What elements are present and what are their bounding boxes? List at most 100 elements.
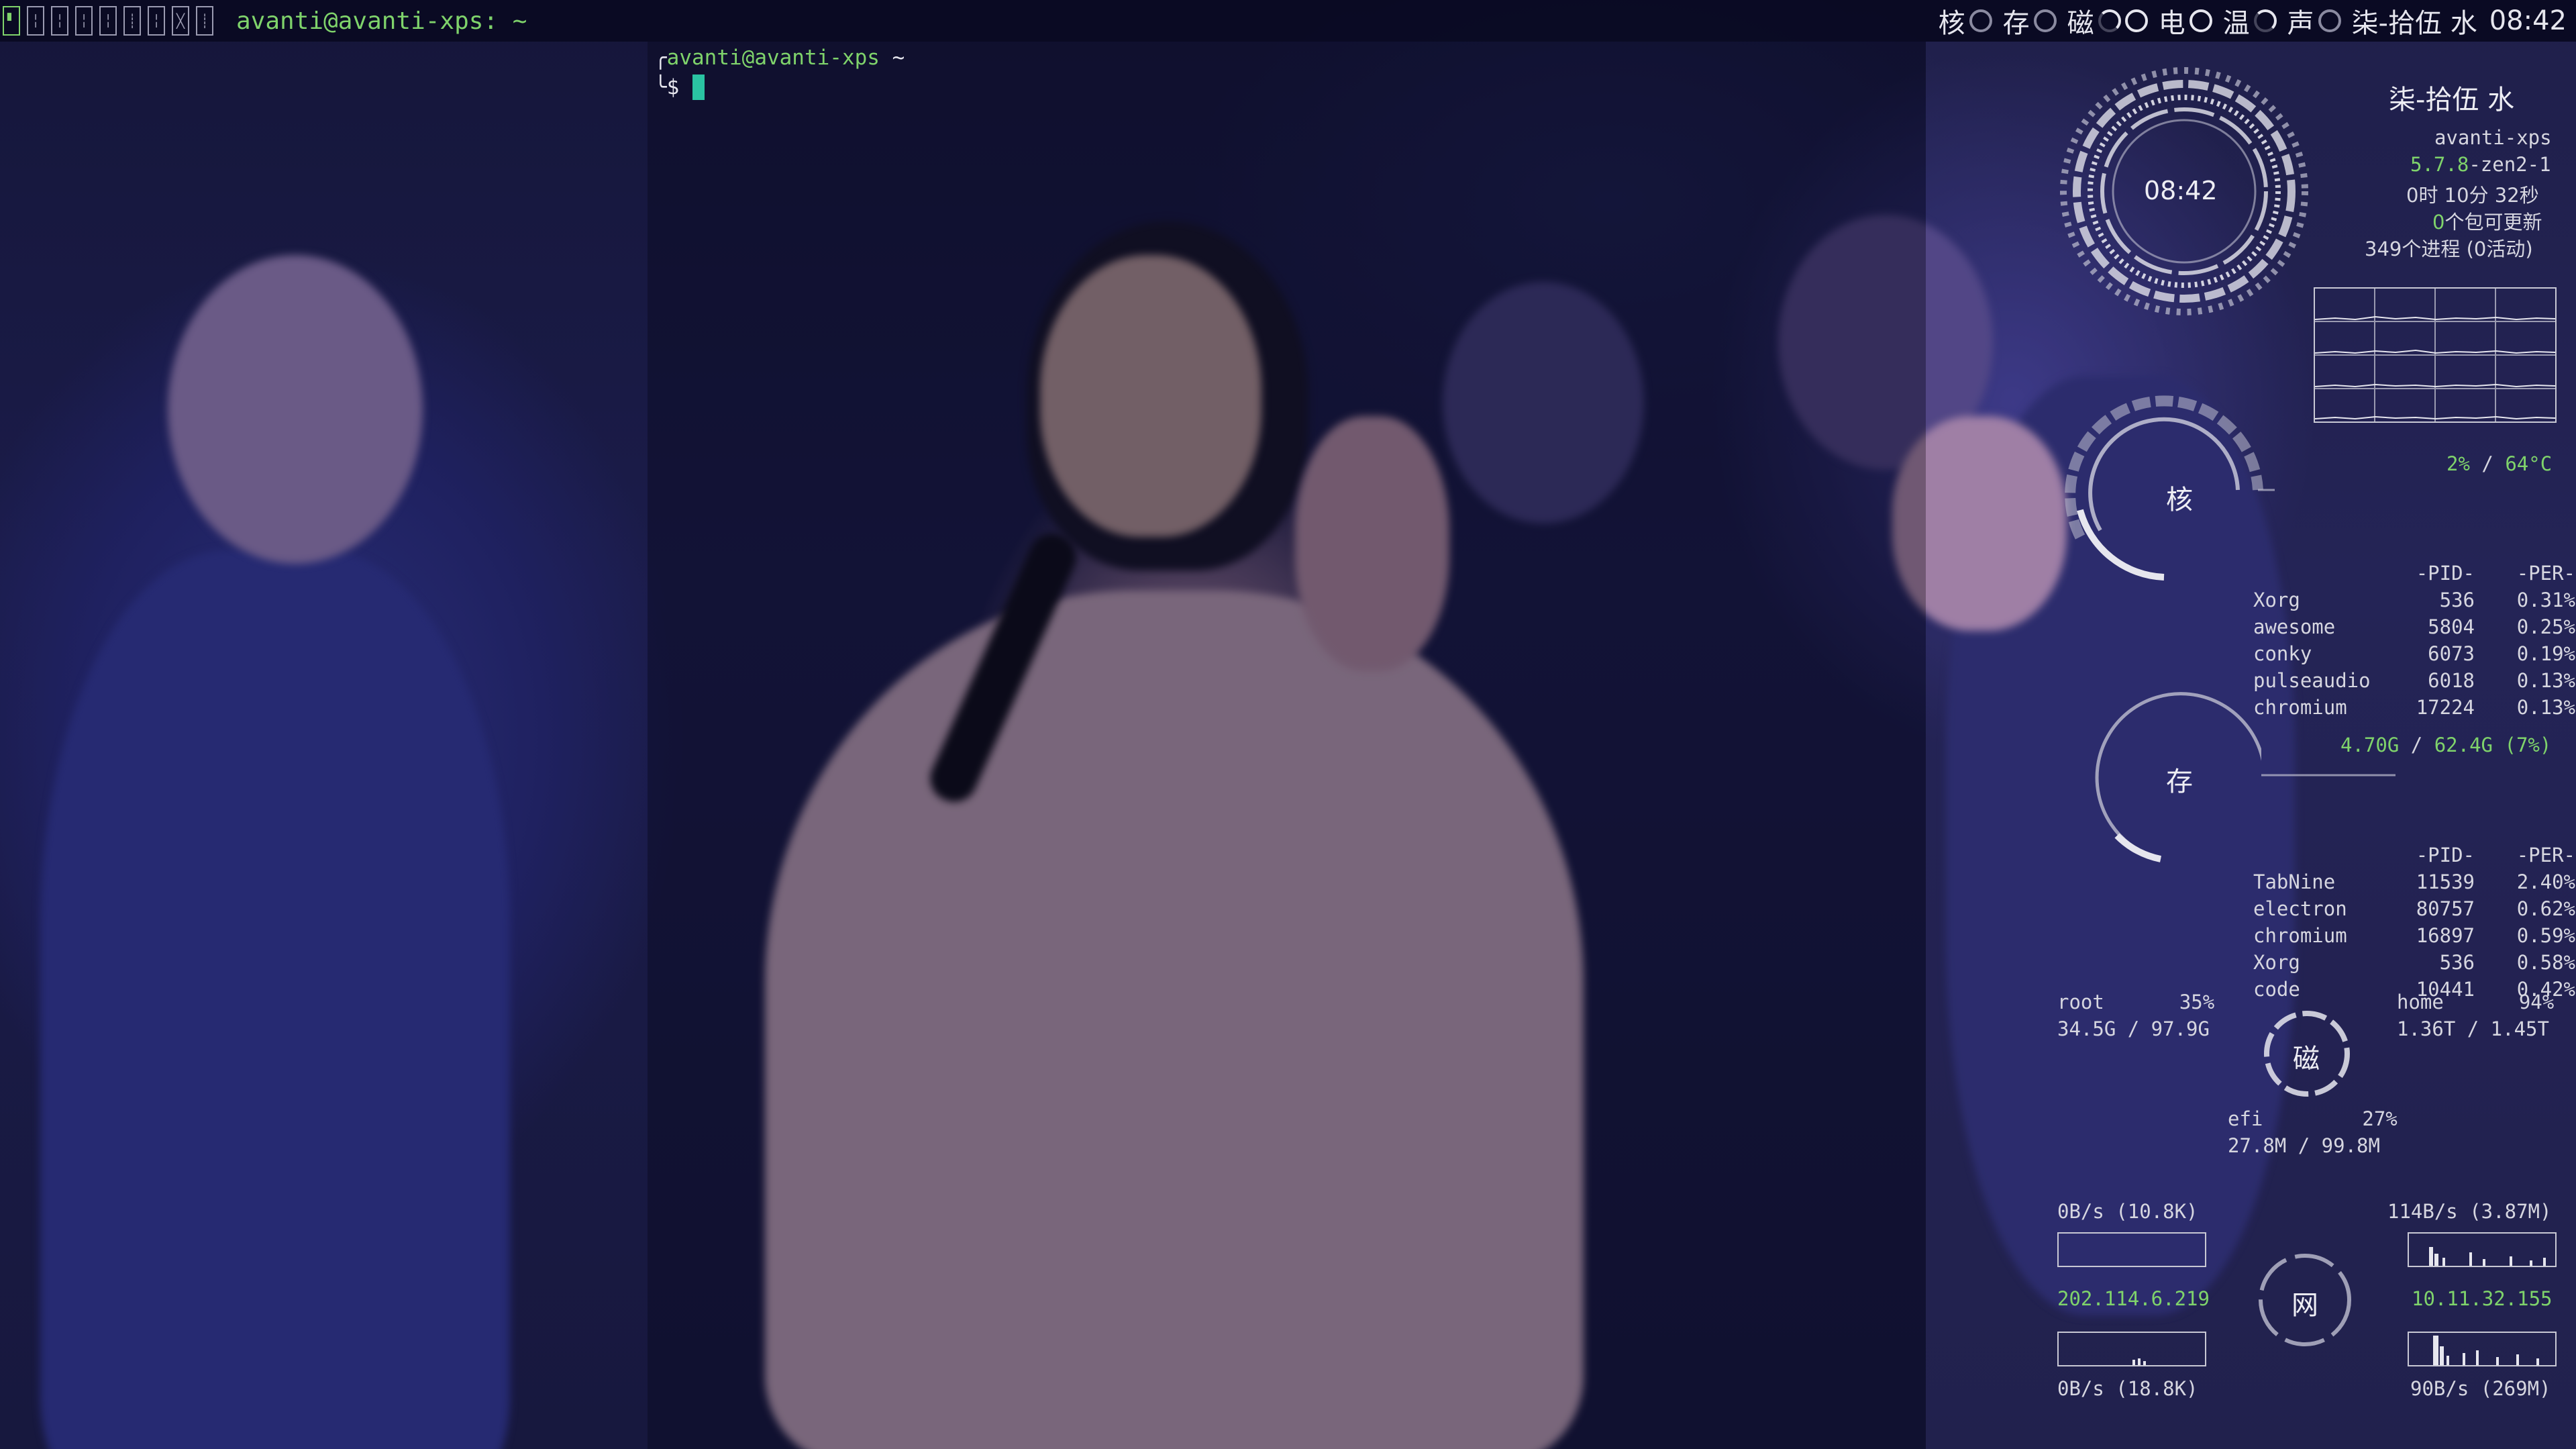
- proc-per: 0.25%: [2516, 615, 2575, 638]
- proc-name: chromium: [2253, 696, 2347, 719]
- proc-name: code: [2253, 978, 2300, 1001]
- layout-icon: ╎: [79, 13, 89, 29]
- sound-label: 声: [2287, 8, 2314, 39]
- proc-pid: 17224: [2416, 696, 2475, 719]
- tag-1[interactable]: ▘: [3, 6, 20, 36]
- proc-per: 0.13%: [2516, 669, 2575, 692]
- col-per: -PER-: [2516, 844, 2575, 866]
- wallpaper-figure: [40, 550, 510, 1449]
- table-row: Xorg 536 0.31%: [2253, 587, 2575, 613]
- home-name: home: [2397, 991, 2444, 1013]
- tag-8[interactable]: ╳: [172, 6, 189, 36]
- table-row: awesome 5804 0.25%: [2253, 613, 2575, 640]
- temp-ring-icon: [2253, 9, 2277, 32]
- table-row: Xorg 536 0.58%: [2253, 949, 2575, 976]
- root-pct: 35%: [2179, 991, 2215, 1013]
- net-left-up-graph: [2057, 1232, 2206, 1267]
- proc-per: 0.59%: [2516, 924, 2575, 947]
- net-left-ip: 202.114.6.219: [2057, 1287, 2210, 1310]
- proc-name: awesome: [2253, 615, 2336, 638]
- table-row: electron 80757 0.62%: [2253, 895, 2575, 922]
- net-right-down-plot: [2433, 1336, 2539, 1365]
- tag-3[interactable]: ╎: [51, 6, 68, 36]
- table-header: -PID- -PER-: [2253, 842, 2575, 868]
- terminal-icon: ▘: [7, 13, 16, 29]
- disk-home: home 94%: [2397, 991, 2554, 1013]
- home-usage: 1.36T / 1.45T: [2397, 1017, 2549, 1040]
- updates-text: 个包可更新: [2444, 211, 2542, 234]
- conky-updates: 0个包可更新: [2432, 207, 2542, 235]
- layout-icon: ╎: [103, 13, 113, 29]
- power-widget[interactable]: 电: [2159, 1, 2212, 40]
- proc-name: Xorg: [2253, 951, 2300, 974]
- wallpaper-figure: [168, 255, 423, 564]
- efi-name: efi: [2228, 1107, 2263, 1130]
- proc-pid: 536: [2439, 951, 2475, 974]
- disk-root: root 35%: [2057, 991, 2214, 1013]
- mem-widget[interactable]: 存: [2003, 1, 2057, 40]
- kernel-version: 5.7.8: [2410, 153, 2469, 176]
- tag-9[interactable]: ┊: [196, 6, 213, 36]
- efi-pct: 27%: [2362, 1107, 2398, 1130]
- mem-used: 4.70G: [2340, 734, 2400, 756]
- mem-divider: [2261, 774, 2395, 777]
- date-widget[interactable]: 柒-拾伍 水: [2352, 1, 2477, 40]
- cpu-usage-line: 2% / 64°C: [2446, 452, 2552, 475]
- proc-per: 0.62%: [2516, 897, 2575, 920]
- prompt-symbol: $: [666, 75, 680, 99]
- layout-icon: ┊: [127, 13, 137, 29]
- proc-pid: 536: [2439, 589, 2475, 611]
- table-row: chromium 16897 0.59%: [2253, 922, 2575, 949]
- temp-widget[interactable]: 温: [2223, 1, 2277, 40]
- power-label: 电: [2158, 8, 2185, 39]
- cpu-history-plot: [2314, 289, 2556, 421]
- net-right-down: 90B/s (269M): [2410, 1377, 2551, 1400]
- tag-list: ▘ ╎ ╎ ╎ ╎ ┊ ╎ ╳ ┊: [3, 6, 220, 36]
- text-cursor: [692, 74, 705, 100]
- proc-pid: 80757: [2416, 897, 2475, 920]
- sound-widget[interactable]: 声: [2287, 1, 2341, 40]
- tag-2[interactable]: ╎: [27, 6, 44, 36]
- cpu-temp: 64°C: [2505, 452, 2553, 475]
- proc-per: 2.40%: [2516, 870, 2575, 893]
- proc-pid: 16897: [2416, 924, 2475, 947]
- layout-icon: ╎: [152, 13, 161, 29]
- cpu-widget[interactable]: 核: [1939, 1, 1992, 40]
- mem-percent: (7%): [2504, 734, 2552, 756]
- conky-kernel: 5.7.8-zen2-1: [2410, 153, 2551, 176]
- home-pct: 94%: [2518, 991, 2555, 1013]
- mem-label: 存: [2166, 766, 2193, 797]
- cpu-sep: /: [2469, 452, 2506, 475]
- disk-label: 磁: [2067, 8, 2094, 39]
- input-line[interactable]: ╰ $: [654, 72, 905, 102]
- disk-widget[interactable]: 磁: [2067, 1, 2148, 40]
- terminal-content[interactable]: ╭avanti@avanti-xps ~ ╰ $: [654, 43, 905, 102]
- tag-7[interactable]: ╎: [148, 6, 165, 36]
- tag-6[interactable]: ┊: [123, 6, 141, 36]
- col-pid: -PID-: [2416, 562, 2475, 585]
- mem-usage-line: 4.70G / 62.4G (7%): [2340, 734, 2551, 756]
- prompt-corner: ╭: [654, 46, 667, 70]
- net-right-up-graph: [2408, 1232, 2557, 1267]
- kernel-suffix: -zen2-1: [2469, 153, 2551, 176]
- net-right-down-graph: [2408, 1332, 2557, 1366]
- clock-widget[interactable]: 08:42: [2489, 5, 2567, 36]
- prompt-user: avanti@avanti-xps: [666, 46, 880, 70]
- col-pid: -PID-: [2416, 844, 2475, 866]
- mem-sep: /: [2399, 734, 2434, 756]
- conky-clock: 08:42: [2144, 176, 2218, 205]
- net-label: 网: [2291, 1290, 2318, 1321]
- prompt-line: ╭avanti@avanti-xps ~: [654, 43, 905, 72]
- mem-label: 存: [2002, 8, 2030, 39]
- top-bar: ▘ ╎ ╎ ╎ ╎ ┊ ╎ ╳ ┊ avanti@avanti-xps: ~ 核…: [0, 0, 2576, 42]
- conky-uptime: 0时 10分 32秒: [2406, 184, 2539, 207]
- root-name: root: [2057, 991, 2104, 1013]
- cpu-ring-icon: [1969, 9, 1992, 32]
- terminal-window[interactable]: [648, 42, 1926, 1449]
- proc-name: conky: [2253, 642, 2312, 665]
- tag-4[interactable]: ╎: [75, 6, 93, 36]
- proc-pid: 6018: [2428, 669, 2475, 692]
- mem-total: 62.4G: [2434, 734, 2493, 756]
- tag-5[interactable]: ╎: [99, 6, 117, 36]
- net-right-up: 114B/s (3.87M): [2387, 1200, 2552, 1223]
